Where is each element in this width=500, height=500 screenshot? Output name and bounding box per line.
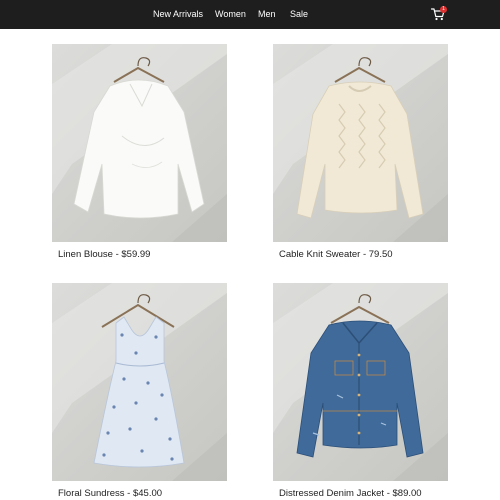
product-card[interactable]: Linen Blouse - $59.99 (52, 44, 227, 260)
product-caption[interactable]: Cable Knit Sweater - 79.50 (279, 249, 393, 260)
cart-button[interactable]: 1 (430, 6, 448, 22)
top-navigation-bar: New Arrivals Women Men Sale 1 (0, 0, 500, 29)
main-nav: New Arrivals Women Men Sale (0, 0, 500, 29)
product-image-floral-sundress[interactable] (52, 283, 227, 481)
nav-sale[interactable]: Sale (290, 8, 308, 20)
product-card[interactable]: Cable Knit Sweater - 79.50 (273, 44, 448, 260)
nav-new-arrivals[interactable]: New Arrivals (153, 8, 203, 20)
product-caption[interactable]: Floral Sundress - $45.00 (58, 488, 162, 499)
product-caption[interactable]: Linen Blouse - $59.99 (58, 249, 150, 260)
product-card[interactable]: Floral Sundress - $45.00 (52, 283, 227, 499)
product-image-denim-jacket[interactable] (273, 283, 448, 481)
product-image-cable-knit-sweater[interactable] (273, 44, 448, 242)
product-caption[interactable]: Distressed Denim Jacket - $89.00 (279, 488, 422, 499)
nav-women[interactable]: Women (215, 8, 246, 20)
cart-count-badge: 1 (440, 6, 447, 13)
product-card[interactable]: Distressed Denim Jacket - $89.00 (273, 283, 448, 499)
nav-men[interactable]: Men (258, 8, 276, 20)
product-image-linen-blouse[interactable] (52, 44, 227, 242)
